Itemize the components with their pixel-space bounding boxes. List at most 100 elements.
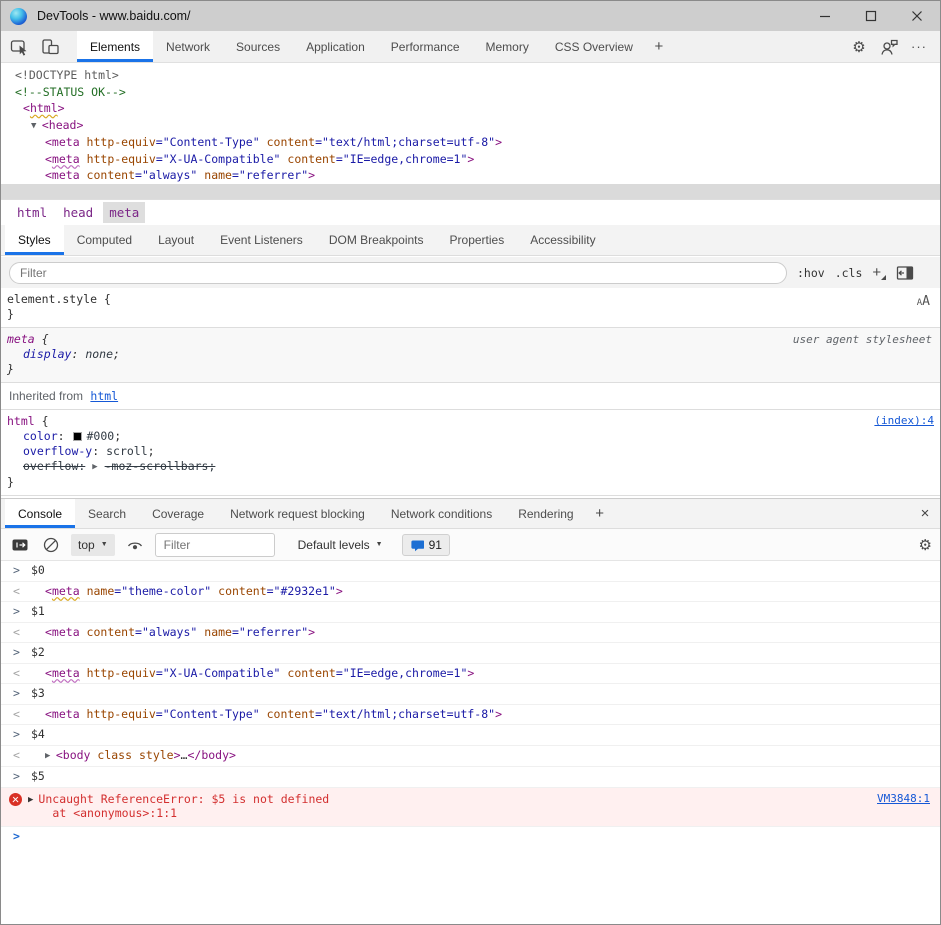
input-chevron-icon: > bbox=[13, 602, 27, 622]
tab-event-listeners[interactable]: Event Listeners bbox=[207, 225, 316, 255]
log-levels-dropdown[interactable]: Default levels ▼ bbox=[298, 538, 383, 552]
console-drawer: Console Search Coverage Network request … bbox=[1, 498, 940, 924]
dom-node-meta-referrer[interactable]: <meta content="always" name="referrer"> bbox=[1, 167, 940, 184]
close-icon bbox=[911, 10, 923, 22]
close-button[interactable] bbox=[894, 1, 940, 31]
dom-node-meta-xua[interactable]: <meta http-equiv="X-UA-Compatible" conte… bbox=[1, 151, 940, 168]
plus-icon: + bbox=[654, 38, 663, 55]
tab-search[interactable]: Search bbox=[75, 499, 139, 528]
breadcrumb-html[interactable]: html bbox=[11, 202, 53, 223]
panel-tabs: Elements Network Sources Application Per… bbox=[77, 31, 672, 62]
console-command[interactable]: >$3 bbox=[1, 683, 940, 704]
clear-console-button[interactable] bbox=[40, 536, 62, 554]
device-toolbar-icon bbox=[40, 37, 60, 57]
result-chevron-icon: < bbox=[13, 705, 27, 725]
tab-properties[interactable]: Properties bbox=[437, 225, 518, 255]
result-chevron-icon: < bbox=[13, 664, 27, 684]
gear-icon: ⚙ bbox=[852, 38, 865, 56]
console-prompt[interactable]: > bbox=[1, 826, 940, 847]
main-toolbar: Elements Network Sources Application Per… bbox=[1, 31, 940, 63]
console-command[interactable]: >$5 bbox=[1, 766, 940, 787]
console-result[interactable]: <<meta content="always" name="referrer"> bbox=[1, 622, 940, 643]
error-line2: at <anonymous>:1:1 bbox=[38, 806, 177, 820]
tab-console[interactable]: Console bbox=[5, 499, 75, 528]
settings-button[interactable]: ⚙ bbox=[846, 38, 872, 56]
tab-layout[interactable]: Layout bbox=[145, 225, 207, 255]
eye-icon bbox=[126, 536, 144, 554]
tab-styles[interactable]: Styles bbox=[5, 225, 64, 255]
close-drawer-button[interactable]: × bbox=[910, 499, 940, 528]
chevron-down-icon: ▼ bbox=[101, 541, 108, 548]
console-result[interactable]: <<meta http-equiv="Content-Type" content… bbox=[1, 704, 940, 725]
issues-counter[interactable]: 91 bbox=[402, 534, 450, 556]
element-style-rule[interactable]: element.style { } AA bbox=[1, 288, 940, 328]
tab-rendering[interactable]: Rendering bbox=[505, 499, 586, 528]
tab-application[interactable]: Application bbox=[293, 31, 378, 62]
styles-pane: element.style { } AA meta { display: non… bbox=[1, 288, 940, 498]
toggle-sidebar-button[interactable] bbox=[896, 265, 914, 281]
more-drawer-tabs-button[interactable]: + bbox=[587, 499, 613, 528]
tab-dom-breakpoints[interactable]: DOM Breakpoints bbox=[316, 225, 437, 255]
error-source-link[interactable]: VM3848:1 bbox=[877, 792, 930, 821]
tab-coverage[interactable]: Coverage bbox=[139, 499, 217, 528]
inspect-element-button[interactable] bbox=[5, 31, 35, 62]
console-error-message[interactable]: ▶ Uncaught ReferenceError: $5 is not def… bbox=[1, 787, 940, 826]
tab-elements[interactable]: Elements bbox=[77, 31, 153, 62]
stylesheet-origin-label: user agent stylesheet bbox=[793, 333, 932, 346]
console-sidebar-button[interactable] bbox=[9, 537, 31, 553]
dom-node-doctype[interactable]: <!DOCTYPE html> bbox=[1, 67, 940, 84]
more-tabs-button[interactable]: + bbox=[646, 31, 672, 62]
styles-filter-input[interactable] bbox=[9, 262, 787, 284]
console-filter-input[interactable] bbox=[155, 533, 275, 557]
element-classes-button[interactable]: .cls bbox=[835, 266, 863, 280]
console-result[interactable]: <<meta http-equiv="X-UA-Compatible" cont… bbox=[1, 663, 940, 684]
tab-network[interactable]: Network bbox=[153, 31, 223, 62]
breadcrumb: html head meta bbox=[1, 199, 940, 225]
console-command[interactable]: >$1 bbox=[1, 601, 940, 622]
tab-accessibility[interactable]: Accessibility bbox=[517, 225, 608, 255]
maximize-button[interactable] bbox=[848, 1, 894, 31]
dom-node-meta-content-type[interactable]: <meta http-equiv="Content-Type" content=… bbox=[1, 134, 940, 151]
console-command[interactable]: >$2 bbox=[1, 642, 940, 663]
console-result[interactable]: <<meta name="theme-color" content="#2932… bbox=[1, 581, 940, 602]
dock-panel-icon bbox=[896, 265, 914, 281]
tab-network-conditions[interactable]: Network conditions bbox=[378, 499, 505, 528]
javascript-context-selector[interactable]: top ▼ bbox=[71, 534, 115, 556]
gear-icon: ⚙ bbox=[919, 537, 932, 554]
console-command[interactable]: >$4 bbox=[1, 724, 940, 745]
inherited-node-link[interactable]: html bbox=[90, 389, 118, 403]
breadcrumb-meta[interactable]: meta bbox=[103, 202, 145, 223]
toggle-element-state-button[interactable]: :hov bbox=[797, 266, 825, 280]
feedback-button[interactable] bbox=[876, 37, 902, 57]
console-messages: >$0 <<meta name="theme-color" content="#… bbox=[1, 561, 940, 846]
dom-node-html[interactable]: <html> bbox=[1, 100, 940, 117]
user-agent-rule[interactable]: meta { display: none; } user agent style… bbox=[1, 328, 940, 383]
font-size-icon[interactable]: AA bbox=[917, 294, 930, 309]
tab-computed[interactable]: Computed bbox=[64, 225, 145, 255]
edge-logo-icon bbox=[10, 8, 27, 25]
styles-filter-bar: :hov .cls + bbox=[1, 257, 940, 288]
tab-sources[interactable]: Sources bbox=[223, 31, 293, 62]
stylesheet-source-link[interactable]: (index):4 bbox=[874, 414, 934, 427]
dom-node-head[interactable]: ▼ <head> bbox=[1, 117, 940, 135]
device-toolbar-button[interactable] bbox=[35, 31, 65, 62]
console-result[interactable]: <▶ <body class style>…</body> bbox=[1, 745, 940, 767]
tab-performance[interactable]: Performance bbox=[378, 31, 473, 62]
tab-network-request-blocking[interactable]: Network request blocking bbox=[217, 499, 378, 528]
clear-icon bbox=[42, 536, 60, 554]
input-chevron-icon: > bbox=[13, 684, 27, 704]
new-style-rule-button[interactable]: + bbox=[872, 264, 886, 281]
tab-memory[interactable]: Memory bbox=[473, 31, 542, 62]
feedback-person-icon bbox=[879, 37, 899, 57]
minimize-button[interactable] bbox=[802, 1, 848, 31]
html-rule[interactable]: html { color: #000; overflow-y: scroll; … bbox=[1, 410, 940, 496]
live-expression-button[interactable] bbox=[124, 536, 146, 554]
twisty-closed-icon[interactable]: ▶ bbox=[28, 793, 33, 821]
tab-css-overview[interactable]: CSS Overview bbox=[542, 31, 646, 62]
more-options-button[interactable]: ··· bbox=[906, 39, 932, 54]
dom-node-meta-theme-color-selected[interactable]: ... <meta name="theme-color" content="#2… bbox=[1, 184, 940, 200]
breadcrumb-head[interactable]: head bbox=[57, 202, 99, 223]
console-settings-button[interactable]: ⚙ bbox=[919, 536, 932, 554]
dom-node-comment[interactable]: <!--STATUS OK--> bbox=[1, 84, 940, 101]
console-command[interactable]: >$0 bbox=[1, 561, 940, 581]
